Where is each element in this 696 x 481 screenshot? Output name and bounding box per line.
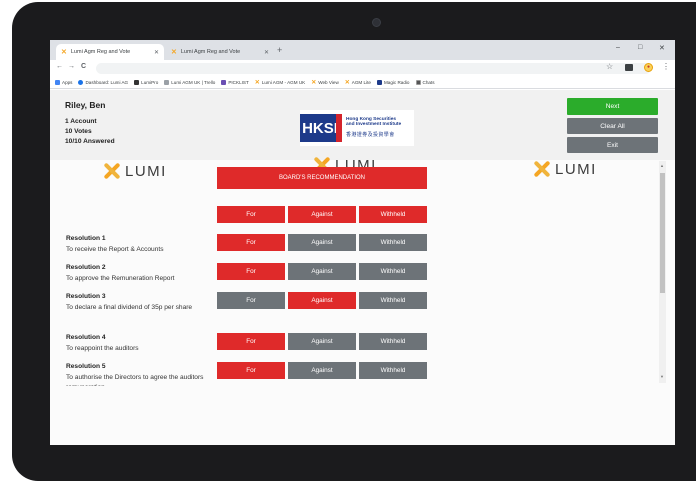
logo-accent-bar — [336, 114, 342, 142]
bookmark-magic-radio[interactable]: Magic Radio — [376, 79, 410, 85]
vote-withheld-button[interactable]: Withheld — [359, 234, 427, 251]
vote-against-button[interactable]: Against — [288, 234, 356, 251]
account-count: 1 Account — [65, 118, 97, 125]
board-recommendation-for[interactable]: For — [217, 206, 285, 223]
back-button[interactable]: ← — [56, 63, 63, 70]
profile-avatar-icon[interactable]: ● — [644, 63, 653, 72]
bookmark-dashboard[interactable]: Dashboard: Lumi AG — [78, 79, 128, 85]
resolution-description: To declare a final dividend of 35p per s… — [66, 304, 193, 311]
resolution-description: To approve the Remuneration Report — [66, 275, 175, 282]
bookmark-picklist[interactable]: PICKLIST — [221, 79, 249, 85]
page-header: Riley, Ben 1 Account 10 Votes 10/10 Answ… — [50, 90, 675, 160]
lumi-x-icon — [103, 162, 121, 180]
tab-strip: ✕ Lumi Agm Reg and Vote ✕ ✕ Lumi Agm Reg… — [50, 40, 675, 60]
reload-button[interactable]: C — [81, 63, 86, 70]
clear-all-button[interactable]: Clear All — [567, 118, 658, 134]
address-bar[interactable] — [96, 63, 651, 74]
board-recommendation-withheld[interactable]: Withheld — [359, 206, 427, 223]
bookmark-web-view[interactable]: ✕ Web View — [311, 79, 339, 86]
purple-square-icon — [221, 79, 227, 85]
vote-for-button[interactable]: For — [217, 333, 285, 350]
bookmark-chats[interactable]: Chats — [415, 79, 435, 85]
extension-icon[interactable] — [625, 64, 633, 71]
resolution-title: Resolution 3 — [66, 293, 106, 300]
resolution-title: Resolution 4 — [66, 334, 106, 341]
vote-withheld-button[interactable]: Withheld — [359, 333, 427, 350]
bookmark-trello[interactable]: Lumi AGM UK | Trello — [164, 79, 215, 85]
close-icon[interactable]: ✕ — [154, 49, 159, 56]
vote-withheld-button[interactable]: Withheld — [359, 292, 427, 309]
bookmark-lumi-agm[interactable]: ✕ Lumi AGM - AGM UK — [255, 79, 305, 86]
vote-for-button[interactable]: For — [217, 292, 285, 309]
tab-title: Lumi Agm Reg and Vote — [180, 49, 241, 55]
camera-icon — [372, 18, 381, 27]
scrollbar-thumb[interactable] — [660, 173, 665, 293]
hksi-logo: HKSI Hong Kong Securities and Investment… — [300, 110, 414, 146]
forward-button[interactable]: → — [68, 63, 75, 70]
scroll-up-icon[interactable]: ▲ — [660, 163, 664, 168]
user-name: Riley, Ben — [65, 100, 106, 110]
apps-grid-icon — [55, 79, 60, 85]
vote-for-button[interactable]: For — [217, 234, 285, 251]
resolution-description: To receive the Report & Accounts — [66, 246, 164, 253]
tab-lumi-agm-1[interactable]: ✕ Lumi Agm Reg and Vote ✕ — [56, 44, 164, 60]
radio-icon — [376, 79, 382, 85]
lumi-x-icon: ✕ — [254, 79, 260, 86]
bookmark-agm-lite[interactable]: ✕ AGM Lite — [345, 79, 371, 86]
lumi-x-icon: ✕ — [171, 49, 177, 56]
vote-against-button[interactable]: Against — [288, 333, 356, 350]
vote-for-button[interactable]: For — [217, 263, 285, 280]
trello-icon — [164, 79, 170, 85]
vote-against-button[interactable]: Against — [288, 263, 356, 280]
minimize-button[interactable]: – — [616, 44, 620, 51]
hksi-logo-mark: HKSI — [300, 114, 340, 142]
lumi-x-icon — [533, 160, 551, 178]
page-scrollbar[interactable]: ▲ ▼ — [659, 161, 666, 383]
tab-lumi-agm-2[interactable]: ✕ Lumi Agm Reg and Vote ✕ — [166, 44, 274, 60]
lumi-x-icon: ✕ — [61, 49, 67, 56]
vote-withheld-button[interactable]: Withheld — [359, 263, 427, 280]
lumi-logo-right: LUMI — [533, 160, 597, 178]
bookmark-star-icon[interactable]: ☆ — [606, 62, 613, 71]
bookmark-apps[interactable]: Apps — [55, 79, 72, 85]
menu-dots-icon[interactable]: ⋮ — [662, 62, 670, 71]
close-window-button[interactable]: ✕ — [659, 44, 665, 52]
vote-for-button[interactable]: For — [217, 362, 285, 379]
next-button[interactable]: Next — [567, 98, 658, 115]
lumi-x-icon: ✕ — [311, 79, 317, 86]
answered-count: 10/10 Answered — [65, 138, 115, 145]
cloud-icon — [78, 79, 84, 85]
tab-title: Lumi Agm Reg and Vote — [70, 49, 131, 55]
bookmarks-bar: Apps Dashboard: Lumi AG LumiPro Lumi AGM… — [50, 76, 675, 89]
lumi-x-icon: ✕ — [344, 79, 350, 86]
lumi-logo-left: LUMI — [103, 162, 167, 180]
resolution-title: Resolution 2 — [66, 264, 106, 271]
resolution-description: To authorise the Directors to agree the … — [66, 374, 204, 386]
chat-icon — [415, 79, 421, 85]
board-recommendation-header: BOARD'S RECOMMENDATION — [217, 167, 427, 189]
new-tab-button[interactable]: + — [277, 45, 282, 55]
vote-count: 10 Votes — [65, 128, 92, 135]
vote-against-button[interactable]: Against — [288, 292, 356, 309]
resolution-description: To reappoint the auditors — [66, 345, 139, 352]
resolution-title: Resolution 1 — [66, 235, 106, 242]
browser-toolbar: ← → C ☆ ● ⋮ — [50, 60, 675, 76]
browser-window: ✕ Lumi Agm Reg and Vote ✕ ✕ Lumi Agm Reg… — [50, 40, 675, 445]
vote-withheld-button[interactable]: Withheld — [359, 362, 427, 379]
bookmark-lumipro[interactable]: LumiPro — [134, 79, 158, 85]
logo-chinese-name: 香港證券及投資學會 — [346, 132, 395, 138]
close-icon[interactable]: ✕ — [264, 49, 269, 56]
scroll-down-icon[interactable]: ▼ — [660, 374, 664, 379]
board-recommendation-against[interactable]: Against — [288, 206, 356, 223]
exit-button[interactable]: Exit — [567, 137, 658, 153]
vote-against-button[interactable]: Against — [288, 362, 356, 379]
maximize-button[interactable]: □ — [638, 44, 642, 51]
resolution-title: Resolution 5 — [66, 363, 106, 370]
logo-english-name: Hong Kong Securities and Investment Inst… — [346, 117, 402, 128]
dark-square-icon — [134, 79, 140, 85]
